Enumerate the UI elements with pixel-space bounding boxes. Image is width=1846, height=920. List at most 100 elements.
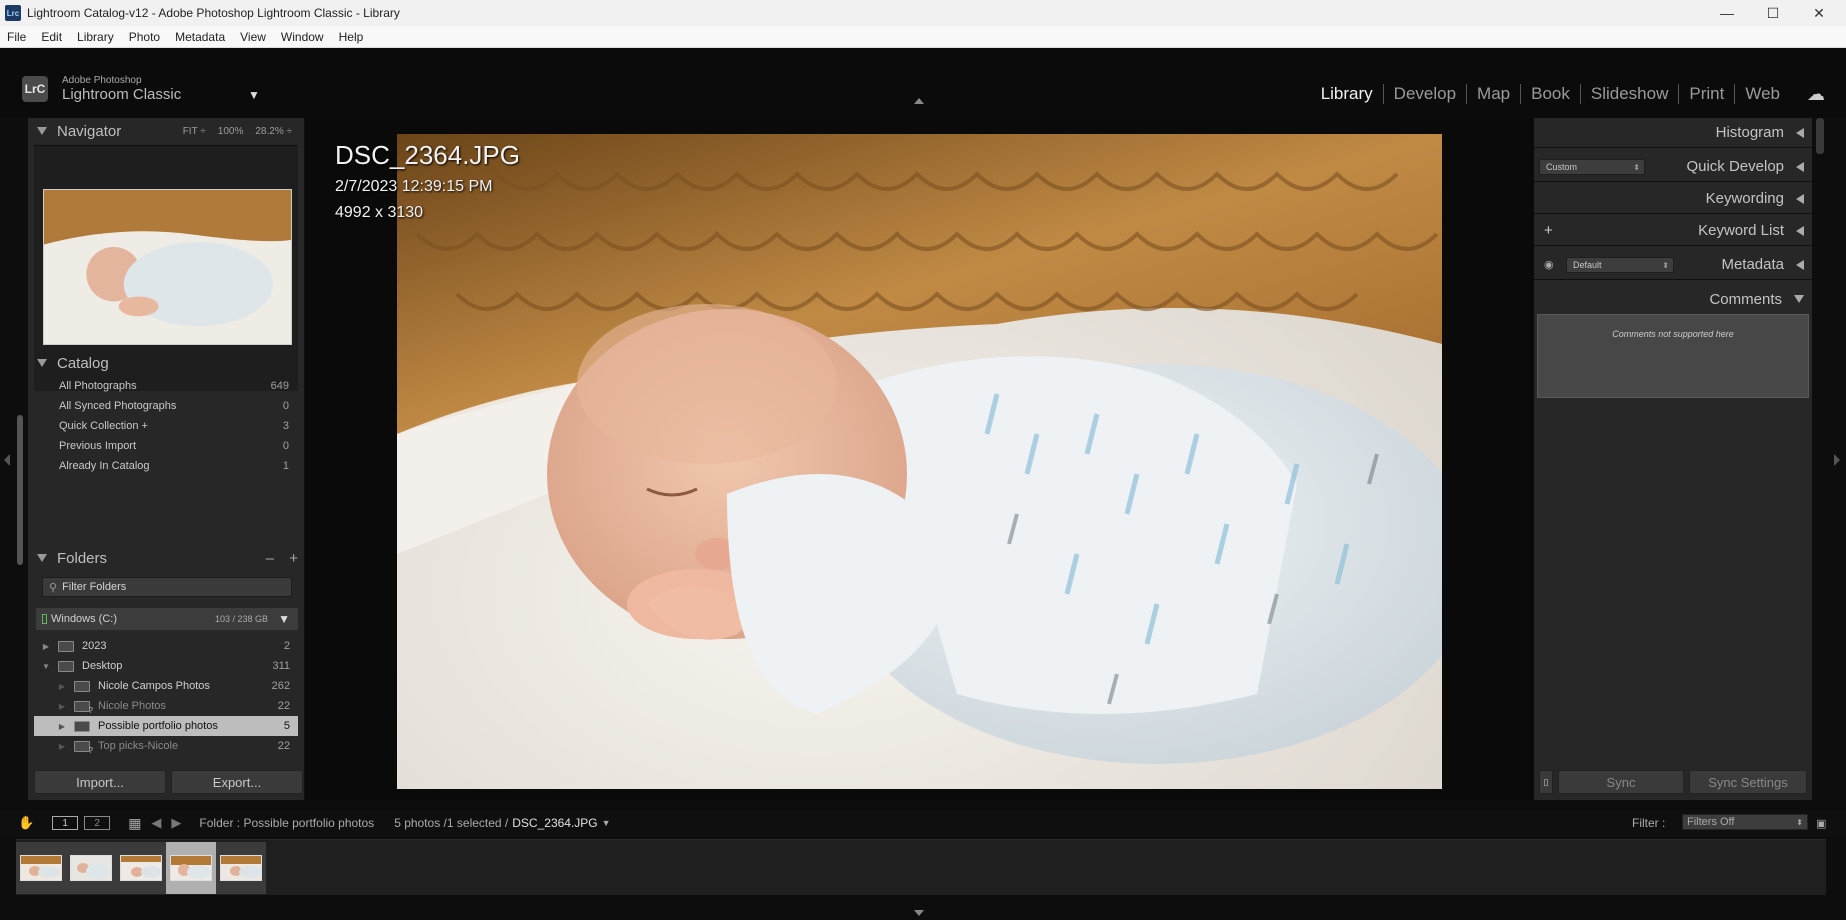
grab-tool-icon[interactable]: ✋: [18, 815, 34, 831]
sync-button[interactable]: Sync: [1558, 770, 1684, 794]
menu-bar: File Edit Library Photo Metadata View Wi…: [0, 26, 1846, 48]
cloud-sync-icon[interactable]: ☁: [1807, 84, 1825, 105]
collapse-icon[interactable]: ▼: [40, 662, 52, 671]
module-print[interactable]: Print: [1679, 84, 1734, 104]
sync-settings-button[interactable]: Sync Settings: [1689, 770, 1807, 794]
expand-panel-icon[interactable]: [1796, 225, 1804, 236]
metadata-preset-select[interactable]: Default ⬍: [1566, 257, 1674, 273]
current-photo-name[interactable]: DSC_2364.JPG: [512, 816, 597, 830]
next-photo-icon[interactable]: ▶: [171, 815, 181, 831]
collapse-filmstrip-icon[interactable]: [914, 910, 924, 916]
maximize-icon[interactable]: ☐: [1750, 0, 1796, 26]
folder-nicole-photos-missing[interactable]: ▶ Nicole Photos22: [34, 696, 298, 716]
minimize-icon[interactable]: —: [1704, 0, 1750, 26]
remove-folder-button[interactable]: –: [266, 545, 274, 571]
catalog-item-previous-import[interactable]: Previous Import 0: [34, 436, 298, 456]
zoom-fit-option[interactable]: FIT ÷: [183, 126, 206, 137]
folders-header[interactable]: Folders – +: [28, 545, 304, 571]
import-button[interactable]: Import...: [34, 770, 166, 794]
folder-possible-portfolio-photos[interactable]: ▶ Possible portfolio photos 5: [34, 716, 298, 736]
folder-desktop[interactable]: ▼ Desktop 311: [34, 656, 298, 676]
secondary-window-button[interactable]: 2: [84, 816, 111, 830]
right-panel-scrollbar[interactable]: [1816, 118, 1824, 154]
expand-icon[interactable]: ▶: [56, 722, 68, 731]
expand-icon[interactable]: ▶: [56, 742, 68, 751]
left-panel-scrollbar[interactable]: [17, 415, 23, 565]
add-keyword-button[interactable]: +: [1544, 222, 1553, 239]
catalog-header[interactable]: Catalog: [28, 350, 304, 376]
folder-2023[interactable]: ▶ 2023 2: [34, 636, 298, 656]
module-library[interactable]: Library: [1311, 84, 1383, 104]
filter-folders-field[interactable]: ⚲ Filter Folders: [42, 577, 292, 597]
grid-view-icon[interactable]: ▦: [128, 815, 141, 832]
filmstrip-thumbnail-selected[interactable]: [166, 842, 216, 894]
expand-panel-icon[interactable]: [1796, 259, 1804, 270]
filmstrip-thumbnail[interactable]: [66, 842, 116, 894]
collapse-panel-icon[interactable]: [1794, 295, 1804, 303]
volume-menu-icon[interactable]: ▼: [278, 612, 290, 626]
main-photo[interactable]: [397, 134, 1442, 789]
histogram-header[interactable]: Histogram: [1534, 118, 1812, 148]
filter-preset-select[interactable]: Filters Off ⬍: [1682, 814, 1808, 830]
module-develop[interactable]: Develop: [1384, 84, 1466, 104]
menu-window[interactable]: Window: [274, 30, 332, 44]
menu-file[interactable]: File: [0, 30, 34, 44]
catalog-item-all-synced[interactable]: All Synced Photographs 0: [34, 396, 298, 416]
volume-status-icon: [42, 614, 47, 624]
filmstrip-thumbnail[interactable]: [216, 842, 266, 894]
module-web[interactable]: Web: [1735, 84, 1790, 104]
expand-panel-icon[interactable]: [1796, 193, 1804, 204]
zoom-100-option[interactable]: 100%: [218, 126, 244, 137]
filmstrip-thumbnail[interactable]: [116, 842, 166, 894]
catalog-item-already-in-catalog[interactable]: Already In Catalog 1: [34, 456, 298, 476]
menu-help[interactable]: Help: [332, 30, 372, 44]
keywording-header[interactable]: Keywording: [1534, 184, 1812, 214]
collapse-left-panel-icon[interactable]: [4, 454, 10, 466]
navigator-collapse-icon[interactable]: [37, 127, 47, 135]
keyword-list-header[interactable]: + Keyword List: [1534, 216, 1812, 246]
metadata-view-icon[interactable]: ◉: [1544, 258, 1554, 271]
folder-top-picks-nicole-missing[interactable]: ▶ Top picks-Nicole22: [34, 736, 298, 756]
expand-icon[interactable]: ▶: [56, 682, 68, 691]
identity-plate-dropdown-icon[interactable]: ▼: [248, 88, 260, 102]
metadata-header[interactable]: ◉ Default ⬍ Metadata: [1534, 250, 1812, 280]
module-picker: Library Develop Map Book Slideshow Print…: [1311, 84, 1790, 104]
menu-photo[interactable]: Photo: [122, 30, 168, 44]
expand-icon[interactable]: ▶: [56, 702, 68, 711]
auto-sync-toggle[interactable]: ▯: [1539, 770, 1553, 794]
navigator-header[interactable]: Navigator FIT ÷ 100% 28.2% ÷: [28, 118, 304, 144]
catalog-collapse-icon[interactable]: [37, 359, 47, 367]
volume-windows-c[interactable]: Windows (C:) 103 / 238 GB ▼: [36, 608, 298, 630]
chevron-down-icon[interactable]: ▼: [602, 818, 611, 828]
filter-lock-icon[interactable]: ▣: [1816, 817, 1826, 830]
module-map[interactable]: Map: [1467, 84, 1520, 104]
expand-panel-icon[interactable]: [1796, 161, 1804, 172]
comments-header[interactable]: Comments: [1534, 284, 1812, 314]
main-window-button[interactable]: 1: [52, 816, 79, 830]
menu-library[interactable]: Library: [70, 30, 122, 44]
expand-panel-icon[interactable]: [1796, 127, 1804, 138]
quick-develop-preset-select[interactable]: Custom ⬍: [1539, 159, 1645, 175]
filmstrip-source[interactable]: Folder : Possible portfolio photos: [199, 816, 374, 830]
module-slideshow[interactable]: Slideshow: [1581, 84, 1679, 104]
previous-photo-icon[interactable]: ◀: [151, 815, 161, 831]
export-button[interactable]: Export...: [171, 770, 303, 794]
module-book[interactable]: Book: [1521, 84, 1580, 104]
zoom-custom-option[interactable]: 28.2% ÷: [255, 126, 292, 137]
quick-develop-header[interactable]: Custom ⬍ Quick Develop: [1534, 152, 1812, 182]
close-icon[interactable]: ✕: [1796, 0, 1842, 26]
navigator-thumbnail[interactable]: [43, 189, 292, 345]
loupe-view: DSC_2364.JPG 2/7/2023 12:39:15 PM 4992 x…: [306, 118, 1534, 800]
expand-icon[interactable]: ▶: [40, 642, 52, 651]
filmstrip-thumbnail[interactable]: [16, 842, 66, 894]
folder-nicole-campos-photos[interactable]: ▶ Nicole Campos Photos 262: [34, 676, 298, 696]
folders-collapse-icon[interactable]: [37, 554, 47, 562]
collapse-top-panel-icon[interactable]: [914, 98, 924, 104]
menu-metadata[interactable]: Metadata: [168, 30, 233, 44]
catalog-item-all-photographs[interactable]: All Photographs 649: [34, 376, 298, 396]
menu-edit[interactable]: Edit: [34, 30, 70, 44]
add-folder-button[interactable]: +: [289, 545, 298, 571]
collapse-right-panel-icon[interactable]: [1834, 454, 1840, 466]
catalog-item-quick-collection[interactable]: Quick Collection +3: [34, 416, 298, 436]
menu-view[interactable]: View: [233, 30, 274, 44]
